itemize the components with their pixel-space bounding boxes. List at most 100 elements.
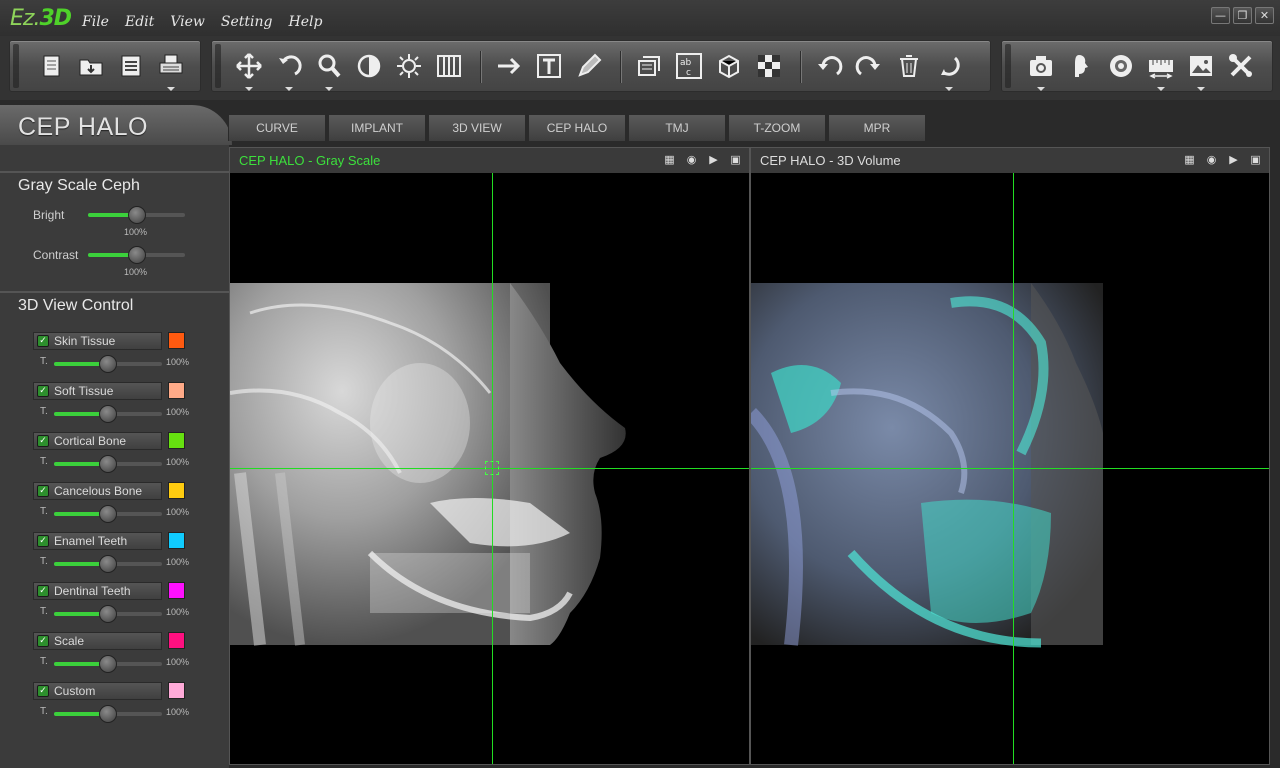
transparency-slider[interactable]: [54, 505, 162, 523]
transparency-slider[interactable]: [54, 655, 162, 673]
maximize-icon[interactable]: ▣: [1248, 153, 1263, 167]
close-button[interactable]: ✕: [1255, 7, 1274, 24]
chevron-down-icon[interactable]: [945, 87, 953, 91]
layer-toggle[interactable]: ✓ Cancelous Bone: [33, 482, 162, 500]
chevron-down-icon[interactable]: [1037, 87, 1045, 91]
tab-curve[interactable]: CURVE: [228, 114, 326, 141]
checkbox-checked-icon[interactable]: ✓: [37, 685, 49, 697]
viewport-canvas[interactable]: [751, 173, 1269, 764]
redo-icon[interactable]: [852, 49, 886, 83]
menu-setting[interactable]: Setting: [221, 14, 273, 30]
reset-icon[interactable]: [932, 49, 966, 91]
save-icon[interactable]: [114, 49, 148, 83]
layout-grid-icon[interactable]: ▦: [1182, 153, 1197, 167]
transparency-slider[interactable]: [54, 405, 162, 423]
brightness-icon[interactable]: [392, 49, 426, 83]
viewport-gray-scale[interactable]: CEP HALO - Gray Scale ▦ ◉ ▶ ▣: [229, 147, 750, 765]
transparency-slider[interactable]: [54, 555, 162, 573]
contrast-slider-knob[interactable]: [127, 246, 146, 264]
new-icon[interactable]: [34, 49, 68, 83]
layer-toggle[interactable]: ✓ Dentinal Teeth: [33, 582, 162, 600]
checkbox-checked-icon[interactable]: ✓: [37, 435, 49, 447]
pan-icon[interactable]: [232, 49, 266, 91]
arrow-icon[interactable]: [492, 49, 526, 83]
bright-slider[interactable]: [88, 206, 185, 224]
layer-icon[interactable]: [632, 49, 666, 83]
disc-icon[interactable]: [1104, 49, 1138, 83]
transparency-slider-knob[interactable]: [99, 505, 117, 523]
checkbox-checked-icon[interactable]: ✓: [37, 335, 49, 347]
layer-color-swatch[interactable]: [168, 482, 185, 499]
checkbox-checked-icon[interactable]: ✓: [37, 485, 49, 497]
transparency-slider[interactable]: [54, 455, 162, 473]
transparency-slider-knob[interactable]: [99, 655, 117, 673]
transparency-slider-knob[interactable]: [99, 455, 117, 473]
chevron-down-icon[interactable]: [1157, 87, 1165, 91]
transparency-slider-knob[interactable]: [99, 355, 117, 373]
checkbox-checked-icon[interactable]: ✓: [37, 385, 49, 397]
tab-tmj[interactable]: TMJ: [628, 114, 726, 141]
pencil-icon[interactable]: [572, 49, 606, 83]
checkbox-checked-icon[interactable]: ✓: [37, 635, 49, 647]
layer-toggle[interactable]: ✓ Cortical Bone: [33, 432, 162, 450]
layout-grid-icon[interactable]: ▦: [662, 153, 677, 167]
transparency-slider[interactable]: [54, 355, 162, 373]
text-icon[interactable]: [532, 49, 566, 83]
toolbar-grip[interactable]: [13, 44, 19, 88]
menu-edit[interactable]: Edit: [125, 14, 154, 30]
abc-icon[interactable]: ab c: [672, 49, 706, 83]
tab-implant[interactable]: IMPLANT: [328, 114, 426, 141]
layer-toggle[interactable]: ✓ Scale: [33, 632, 162, 650]
layer-toggle[interactable]: ✓ Skin Tissue: [33, 332, 162, 350]
chevron-down-icon[interactable]: [325, 87, 333, 91]
chevron-down-icon[interactable]: [285, 87, 293, 91]
viewport-canvas[interactable]: [230, 173, 749, 764]
layer-color-swatch[interactable]: [168, 682, 185, 699]
person-icon[interactable]: [1064, 49, 1098, 83]
transparency-slider-knob[interactable]: [99, 705, 117, 723]
trash-icon[interactable]: [892, 49, 926, 83]
open-icon[interactable]: [74, 49, 108, 83]
toolbar-grip[interactable]: [215, 44, 221, 88]
measure-icon[interactable]: [1144, 49, 1178, 91]
menu-help[interactable]: Help: [288, 14, 322, 30]
maximize-icon[interactable]: ▣: [728, 153, 743, 167]
contrast-slider[interactable]: [88, 246, 185, 264]
viewport-3d-volume[interactable]: CEP HALO - 3D Volume ▦ ◉ ▶ ▣: [750, 147, 1270, 765]
layer-color-swatch[interactable]: [168, 432, 185, 449]
checker-icon[interactable]: [752, 49, 786, 83]
crosshair-center-icon[interactable]: [485, 461, 499, 475]
checkbox-checked-icon[interactable]: ✓: [37, 585, 49, 597]
layer-color-swatch[interactable]: [168, 332, 185, 349]
tab-t-zoom[interactable]: T-ZOOM: [728, 114, 826, 141]
print-icon[interactable]: [154, 49, 188, 91]
transparency-slider[interactable]: [54, 705, 162, 723]
layer-color-swatch[interactable]: [168, 632, 185, 649]
zoom-icon[interactable]: [312, 49, 346, 91]
camera-icon[interactable]: [1024, 49, 1058, 91]
toolbar-grip[interactable]: [1005, 44, 1011, 88]
layer-color-swatch[interactable]: [168, 582, 185, 599]
crosshair-vertical[interactable]: [1013, 173, 1014, 764]
tab-mpr[interactable]: MPR: [828, 114, 926, 141]
layer-toggle[interactable]: ✓ Custom: [33, 682, 162, 700]
layer-color-swatch[interactable]: [168, 532, 185, 549]
transparency-slider[interactable]: [54, 605, 162, 623]
chevron-down-icon[interactable]: [1197, 87, 1205, 91]
rotate-icon[interactable]: [272, 49, 306, 91]
columns-icon[interactable]: [432, 49, 466, 83]
image-icon[interactable]: [1184, 49, 1218, 91]
chevron-down-icon[interactable]: [167, 87, 175, 91]
play-icon[interactable]: ▶: [706, 153, 721, 167]
layer-toggle[interactable]: ✓ Soft Tissue: [33, 382, 162, 400]
transparency-slider-knob[interactable]: [99, 555, 117, 573]
tab-3d-view[interactable]: 3D VIEW: [428, 114, 526, 141]
tab-cep-halo[interactable]: CEP HALO: [528, 114, 626, 141]
snapshot-camera-icon[interactable]: ◉: [684, 153, 699, 167]
restore-button[interactable]: ❐: [1233, 7, 1252, 24]
chevron-down-icon[interactable]: [245, 87, 253, 91]
cube-icon[interactable]: [712, 49, 746, 83]
minimize-button[interactable]: —: [1211, 7, 1230, 24]
layer-color-swatch[interactable]: [168, 382, 185, 399]
bright-slider-knob[interactable]: [127, 206, 146, 224]
